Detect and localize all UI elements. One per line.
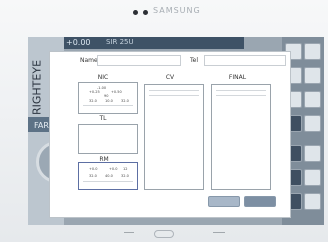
cv-line-1 — [149, 90, 199, 91]
patient-dialog: Name Tel NIC -1.00 +0.25 +0.50 90 32.0 1… — [50, 52, 290, 217]
nc-value-6: 10.0 — [105, 99, 113, 103]
nc-value-4: 90 — [104, 94, 109, 98]
nc-value-5: 32.0 — [89, 99, 97, 103]
menu-button[interactable] — [124, 232, 134, 237]
tel-label: Tel — [190, 57, 199, 64]
tel-input[interactable] — [204, 55, 286, 66]
camera-dot — [133, 10, 138, 15]
rm-line — [83, 181, 133, 182]
name-label: Name — [80, 57, 98, 64]
top-strip — [64, 37, 244, 49]
toolbar-button-10[interactable] — [304, 145, 321, 162]
toolbar-button-4[interactable] — [304, 67, 321, 84]
top-value: +0.00 — [66, 38, 91, 47]
rm-value-5: 40.0 — [105, 174, 113, 178]
name-input[interactable] — [97, 55, 181, 66]
toolbar-button-2[interactable] — [304, 43, 321, 60]
top-value-2: SIR 25U — [106, 38, 134, 46]
final-title: FINAL — [228, 74, 247, 81]
nc-value-7: 32.0 — [121, 99, 129, 103]
toolbar-button-8[interactable] — [304, 115, 321, 132]
final-line-2 — [216, 95, 266, 96]
tl-box — [78, 124, 138, 154]
final-line-1 — [216, 90, 266, 91]
final-box — [211, 84, 271, 190]
dialog-button-1[interactable] — [208, 196, 240, 207]
back-button[interactable] — [213, 232, 225, 237]
nc-value-3: +0.50 — [111, 90, 122, 94]
toolbar-button-14[interactable] — [304, 193, 321, 210]
nc-box: -1.00 +0.25 +0.50 90 32.0 10.0 32.0 — [78, 82, 138, 114]
rm-value-3: 12 — [123, 167, 128, 171]
tl-title: TL — [99, 115, 107, 122]
cv-title: CV — [165, 74, 175, 81]
nc-value-2: +0.25 — [89, 90, 100, 94]
tablet-frame: SAMSUNG +0.00 SIR 25U RIGHTEYE FAR Name … — [0, 0, 328, 242]
rm-box: +0.0 +0.0 12 32.0 40.0 32.0 — [78, 162, 138, 190]
rm-value-2: +0.0 — [109, 167, 118, 171]
right-eye-label: RIGHTEYE — [30, 59, 44, 115]
home-button[interactable] — [154, 230, 174, 238]
cv-line-2 — [149, 95, 199, 96]
toolbar-button-12[interactable] — [304, 169, 321, 186]
toolbar-button-6[interactable] — [304, 91, 321, 108]
dialog-button-2[interactable] — [244, 196, 276, 207]
camera-dot-2 — [143, 10, 148, 15]
nc-title: NIC — [97, 74, 109, 81]
rm-value-4: 32.0 — [89, 174, 97, 178]
cv-box — [144, 84, 204, 190]
nc-line — [83, 105, 133, 106]
far-label: FAR — [34, 121, 49, 130]
brand-label: SAMSUNG — [153, 6, 201, 15]
rm-value-6: 32.0 — [121, 174, 129, 178]
rm-value-1: +0.0 — [89, 167, 98, 171]
